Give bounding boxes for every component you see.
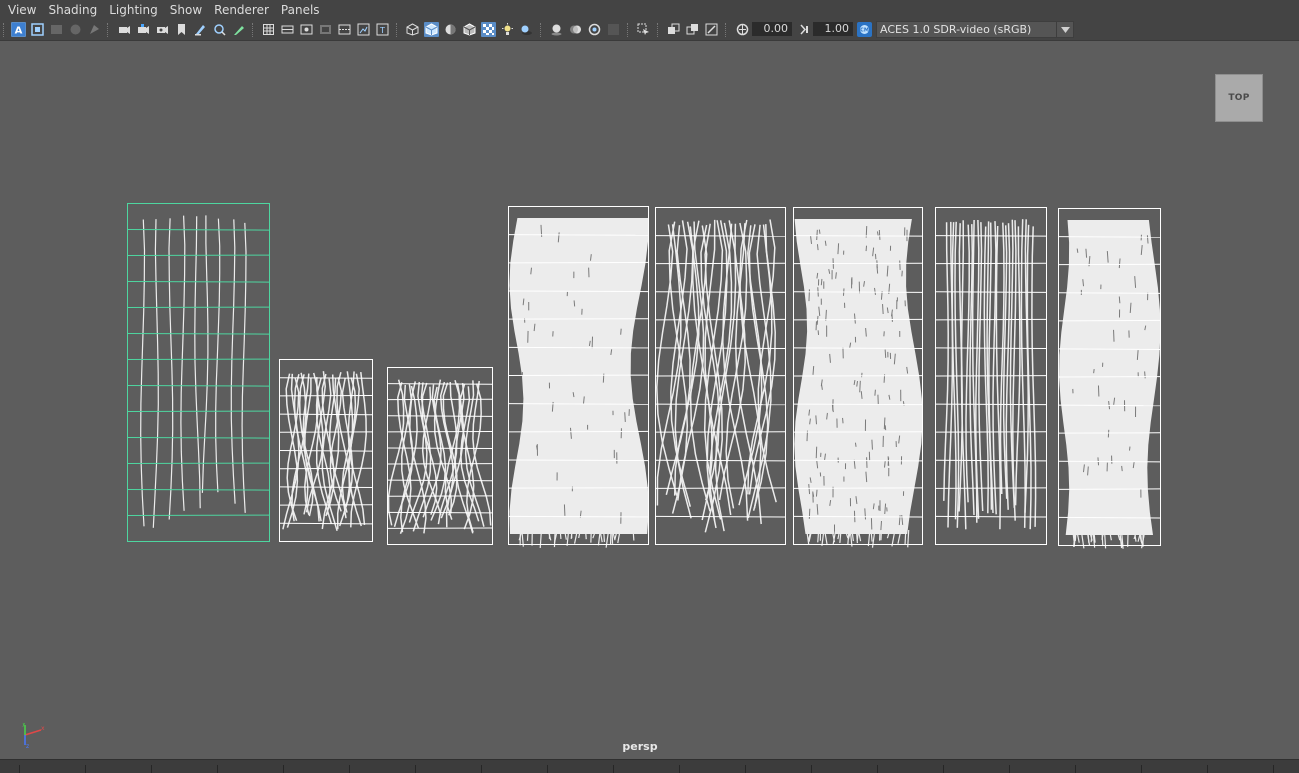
film-gate-icon[interactable] xyxy=(280,22,295,37)
toolbar-separator xyxy=(3,23,6,37)
hair-card-3[interactable] xyxy=(387,368,493,545)
default-material-icon[interactable] xyxy=(443,22,458,37)
gamma-field[interactable]: 1.00 xyxy=(813,22,853,36)
toolbar-separator xyxy=(540,23,543,37)
svg-text:y: y xyxy=(22,723,26,727)
svg-text:T: T xyxy=(379,26,385,35)
hair-strands xyxy=(794,219,922,548)
motion-blur-icon[interactable] xyxy=(568,22,583,37)
resolution-gate-icon[interactable] xyxy=(299,22,314,37)
camera-attributes-icon[interactable] xyxy=(30,22,45,37)
toolbar-separator xyxy=(725,23,728,37)
hair-card-4[interactable] xyxy=(508,207,649,548)
shadows-icon[interactable] xyxy=(519,22,534,37)
menu-renderer[interactable]: Renderer xyxy=(214,0,269,20)
menu-view[interactable]: View xyxy=(8,0,36,20)
svg-text:CM: CM xyxy=(860,28,869,34)
hair-card-2[interactable] xyxy=(279,360,373,542)
depth-of-field-icon[interactable] xyxy=(606,22,621,37)
bookmarks-icon[interactable] xyxy=(49,22,64,37)
color-space-value: ACES 1.0 SDR-video (sRGB) xyxy=(880,23,1031,37)
xray-icon[interactable] xyxy=(666,22,681,37)
3d-viewport[interactable]: TOP persp x y z xyxy=(0,41,1299,759)
camera-icon[interactable] xyxy=(117,22,132,37)
camera-lock-icon[interactable] xyxy=(136,22,151,37)
menu-show[interactable]: Show xyxy=(170,0,202,20)
chevron-down-icon[interactable] xyxy=(1056,22,1073,37)
field-chart-icon[interactable] xyxy=(337,22,352,37)
hair-strands xyxy=(1059,220,1160,549)
hair-strands xyxy=(141,215,246,527)
hair-card-5[interactable] xyxy=(655,208,786,545)
isolate-select-icon[interactable] xyxy=(636,22,651,37)
exposure-field[interactable]: 0.00 xyxy=(752,22,792,36)
multisample-aa-icon[interactable] xyxy=(587,22,602,37)
2d-pan-zoom-icon[interactable] xyxy=(212,22,227,37)
toolbar-separator xyxy=(107,23,110,37)
hair-cards-scene[interactable] xyxy=(0,41,1299,759)
hair-strands xyxy=(944,219,1036,529)
menu-panels[interactable]: Panels xyxy=(281,0,320,20)
hair-strands xyxy=(509,218,648,548)
hair-card-7[interactable] xyxy=(935,208,1047,545)
hair-card-6[interactable] xyxy=(793,208,923,548)
camera-name-label: persp xyxy=(600,740,680,753)
svg-text:x: x xyxy=(41,725,45,732)
toolbar-separator xyxy=(252,23,255,37)
safe-action-icon[interactable] xyxy=(356,22,371,37)
card-wireframe xyxy=(127,204,270,542)
use-all-lights-icon[interactable] xyxy=(500,22,515,37)
axis-gizmo-icon: x y z xyxy=(17,723,47,749)
toolbar-separator xyxy=(396,23,399,37)
hair-card-1[interactable] xyxy=(127,204,270,542)
safe-title-icon[interactable]: T xyxy=(375,22,390,37)
panel-bottom-strip xyxy=(0,759,1299,773)
bookmark-icon[interactable] xyxy=(174,22,189,37)
color-management-icon[interactable]: CM xyxy=(857,22,872,37)
panel-toolbar: A xyxy=(0,20,1299,41)
view-cube[interactable]: TOP xyxy=(1215,74,1263,122)
menu-shading[interactable]: Shading xyxy=(48,0,97,20)
hair-strands xyxy=(389,380,491,534)
svg-text:A: A xyxy=(15,26,23,37)
panel-menubar: View Shading Lighting Show Renderer Pane… xyxy=(0,0,1299,20)
textured-icon[interactable] xyxy=(481,22,496,37)
view-cube-label: TOP xyxy=(1228,93,1249,103)
svg-text:z: z xyxy=(26,743,29,749)
xray-joints-icon[interactable] xyxy=(704,22,719,37)
menu-lighting[interactable]: Lighting xyxy=(109,0,158,20)
toolbar-separator xyxy=(627,23,630,37)
snapshot-camera-icon[interactable] xyxy=(155,22,170,37)
exposure-icon[interactable] xyxy=(735,22,750,37)
image-plane-icon[interactable] xyxy=(68,22,83,37)
smooth-shade-icon[interactable] xyxy=(424,22,439,37)
gate-mask-icon[interactable] xyxy=(318,22,333,37)
hair-card-8[interactable] xyxy=(1058,209,1161,549)
wireframe-on-shaded-icon[interactable] xyxy=(462,22,477,37)
grid-icon[interactable] xyxy=(261,22,276,37)
reference-icon[interactable] xyxy=(87,22,102,37)
paint-brush-icon[interactable] xyxy=(231,22,246,37)
grease-pencil-icon[interactable] xyxy=(193,22,208,37)
color-space-dropdown[interactable]: ACES 1.0 SDR-video (sRGB) xyxy=(876,21,1074,38)
wireframe-icon[interactable] xyxy=(405,22,420,37)
select-camera-icon[interactable]: A xyxy=(11,22,26,37)
xray-active-components-icon[interactable] xyxy=(685,22,700,37)
screen-space-ao-icon[interactable] xyxy=(549,22,564,37)
toolbar-separator xyxy=(657,23,660,37)
gamma-icon[interactable] xyxy=(796,22,811,37)
